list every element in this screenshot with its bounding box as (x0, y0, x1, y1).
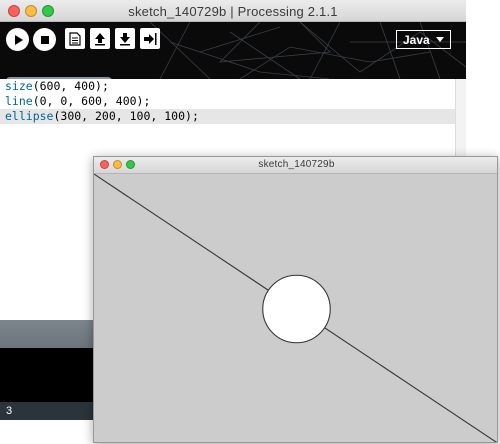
mode-selector-label: Java (403, 32, 430, 47)
editor-titlebar: sketch_140729b | Processing 2.1.1 (0, 0, 466, 22)
sketch-window-title: sketch_140729b (258, 159, 335, 170)
mode-selector[interactable]: Java (396, 30, 451, 49)
code-args: (300, 200, 100, 100); (53, 109, 199, 123)
open-sketch-button[interactable] (90, 28, 110, 49)
code-function: ellipse (5, 109, 54, 123)
export-icon (144, 32, 157, 45)
save-arrow-icon (120, 32, 130, 45)
open-arrow-icon (95, 32, 105, 45)
save-sketch-button[interactable] (115, 28, 135, 49)
new-sketch-button[interactable] (65, 28, 85, 49)
export-button[interactable] (140, 28, 160, 49)
code-line: line(0, 0, 600, 400); (0, 94, 466, 109)
sketch-titlebar: sketch_140729b (94, 157, 497, 174)
code-line-current: ellipse(300, 200, 100, 100); (0, 109, 466, 124)
new-file-icon (69, 31, 81, 46)
editor-toolbar: Java sketch_140729b (0, 22, 466, 79)
code-args: (600, 400); (32, 79, 109, 93)
stop-button[interactable] (33, 28, 56, 51)
line-number: 3 (6, 405, 13, 417)
circle-shape (262, 274, 331, 344)
code-function: line (5, 94, 33, 108)
sketch-canvas[interactable] (94, 174, 498, 443)
code-args: (0, 0, 600, 400); (32, 94, 151, 108)
editor-window-title: sketch_140729b | Processing 2.1.1 (128, 4, 338, 19)
play-icon (14, 34, 23, 45)
chevron-down-icon (435, 37, 444, 42)
code-line: size(600, 400); (0, 79, 466, 94)
code-function: size (5, 79, 33, 93)
editor-scrollbar[interactable] (455, 79, 466, 159)
stop-icon (40, 35, 49, 44)
run-button[interactable] (6, 28, 29, 51)
sketch-output-window: sketch_140729b (93, 156, 498, 443)
